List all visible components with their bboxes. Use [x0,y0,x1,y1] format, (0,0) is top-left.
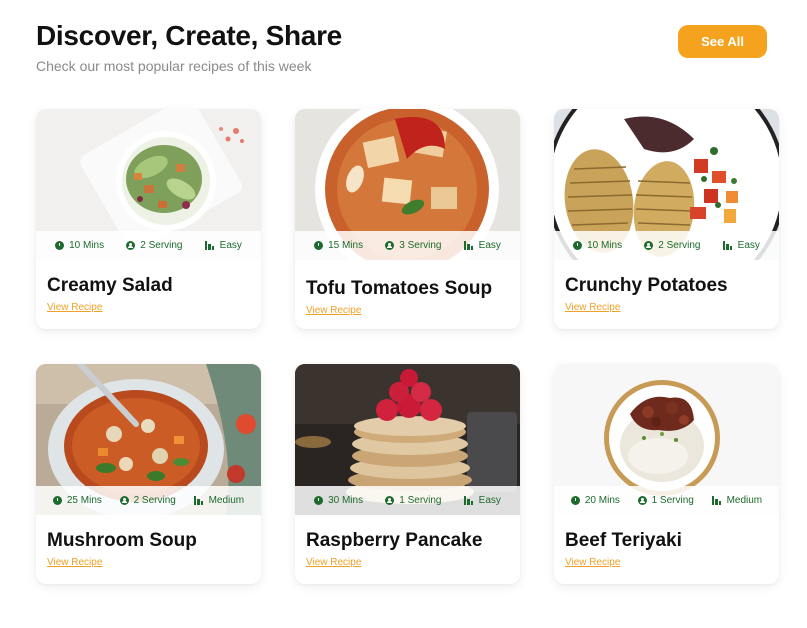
recipe-meta: 30 Mins 1 Serving Easy [295,486,520,515]
view-recipe-link[interactable]: View Recipe [47,557,102,568]
recipe-photo-crunchy-potatoes: 10 Mins 2 Serving Easy [554,109,779,260]
recipe-time: 15 Mins [328,240,364,251]
recipe-title: Creamy Salad [47,275,173,296]
difficulty-bars-icon [711,496,722,505]
recipe-title: Beef Teriyaki [565,530,682,551]
recipe-grid: 10 Mins 2 Serving Easy Creamy Salad View… [36,109,779,584]
recipe-time: 25 Mins [66,495,102,506]
user-icon [385,496,395,505]
clock-icon [314,496,324,505]
recipe-photo-creamy-salad: 10 Mins 2 Serving Easy [36,109,261,260]
recipe-serving: 3 Serving [399,240,442,251]
recipe-level: Easy [478,495,501,506]
recipe-photo-tofu-tomatoes-soup: 15 Mins 3 Serving Easy [295,109,520,260]
recipe-photo-beef-teriyaki: 20 Mins 1 Serving Medium [554,364,779,515]
user-icon [644,241,654,250]
recipe-title: Tofu Tomatoes Soup [306,278,493,299]
user-icon [637,496,647,505]
recipe-card-creamy-salad[interactable]: 10 Mins 2 Serving Easy Creamy Salad View… [36,109,261,329]
recipe-serving: 1 Serving [651,495,694,506]
clock-icon [570,496,580,505]
recipe-serving: 2 Serving [658,240,701,251]
view-recipe-link[interactable]: View Recipe [565,557,620,568]
recipe-level: Medium [208,495,245,506]
clock-icon [314,241,324,250]
recipe-card-crunchy-potatoes[interactable]: 10 Mins 2 Serving Easy Crunchy Potatoes … [554,109,779,329]
clock-icon [573,241,583,250]
view-recipe-link[interactable]: View Recipe [306,557,361,568]
clock-icon [55,241,65,250]
clock-icon [52,496,62,505]
recipe-time: 10 Mins [587,240,623,251]
recipe-level: Easy [737,240,760,251]
recipe-level: Medium [726,495,763,506]
difficulty-bars-icon [193,496,204,505]
recipe-meta: 25 Mins 2 Serving Medium [36,486,261,515]
recipe-meta: 10 Mins 2 Serving Easy [554,231,779,260]
recipe-card-raspberry-pancake[interactable]: 30 Mins 1 Serving Easy Raspberry Pancake… [295,364,520,584]
recipe-serving: 2 Serving [133,495,176,506]
recipe-time: 20 Mins [584,495,620,506]
page-subtitle: Check our most popular recipes of this w… [36,58,312,74]
page-title: Discover, Create, Share [36,20,342,51]
recipe-title: Mushroom Soup [47,530,197,551]
recipe-title: Raspberry Pancake [306,530,483,551]
difficulty-bars-icon [463,496,474,505]
see-all-button[interactable]: See All [678,25,767,58]
recipe-meta: 20 Mins 1 Serving Medium [554,486,779,515]
user-icon [385,241,395,250]
recipe-time: 30 Mins [328,495,364,506]
view-recipe-link[interactable]: View Recipe [47,302,102,313]
recipe-meta: 15 Mins 3 Serving Easy [295,231,520,260]
difficulty-bars-icon [204,241,215,250]
recipe-card-beef-teriyaki[interactable]: 20 Mins 1 Serving Medium Beef Teriyaki V… [554,364,779,584]
recipe-serving: 2 Serving [140,240,183,251]
page-header: Discover, Create, Share Check our most p… [36,20,771,80]
difficulty-bars-icon [722,241,733,250]
recipe-meta: 10 Mins 2 Serving Easy [36,231,261,260]
user-icon [126,241,136,250]
recipe-photo-raspberry-pancake: 30 Mins 1 Serving Easy [295,364,520,515]
recipe-card-mushroom-soup[interactable]: 25 Mins 2 Serving Medium Mushroom Soup V… [36,364,261,584]
difficulty-bars-icon [463,241,474,250]
recipe-photo-mushroom-soup: 25 Mins 2 Serving Medium [36,364,261,515]
recipe-serving: 1 Serving [399,495,442,506]
recipe-card-tofu-tomatoes-soup[interactable]: 15 Mins 3 Serving Easy Tofu Tomatoes Sou… [295,109,520,329]
view-recipe-link[interactable]: View Recipe [565,302,620,313]
recipe-title: Crunchy Potatoes [565,275,728,296]
view-recipe-link[interactable]: View Recipe [306,305,361,316]
recipe-time: 10 Mins [69,240,105,251]
recipe-level: Easy [219,240,242,251]
recipe-level: Easy [478,240,501,251]
user-icon [119,496,129,505]
